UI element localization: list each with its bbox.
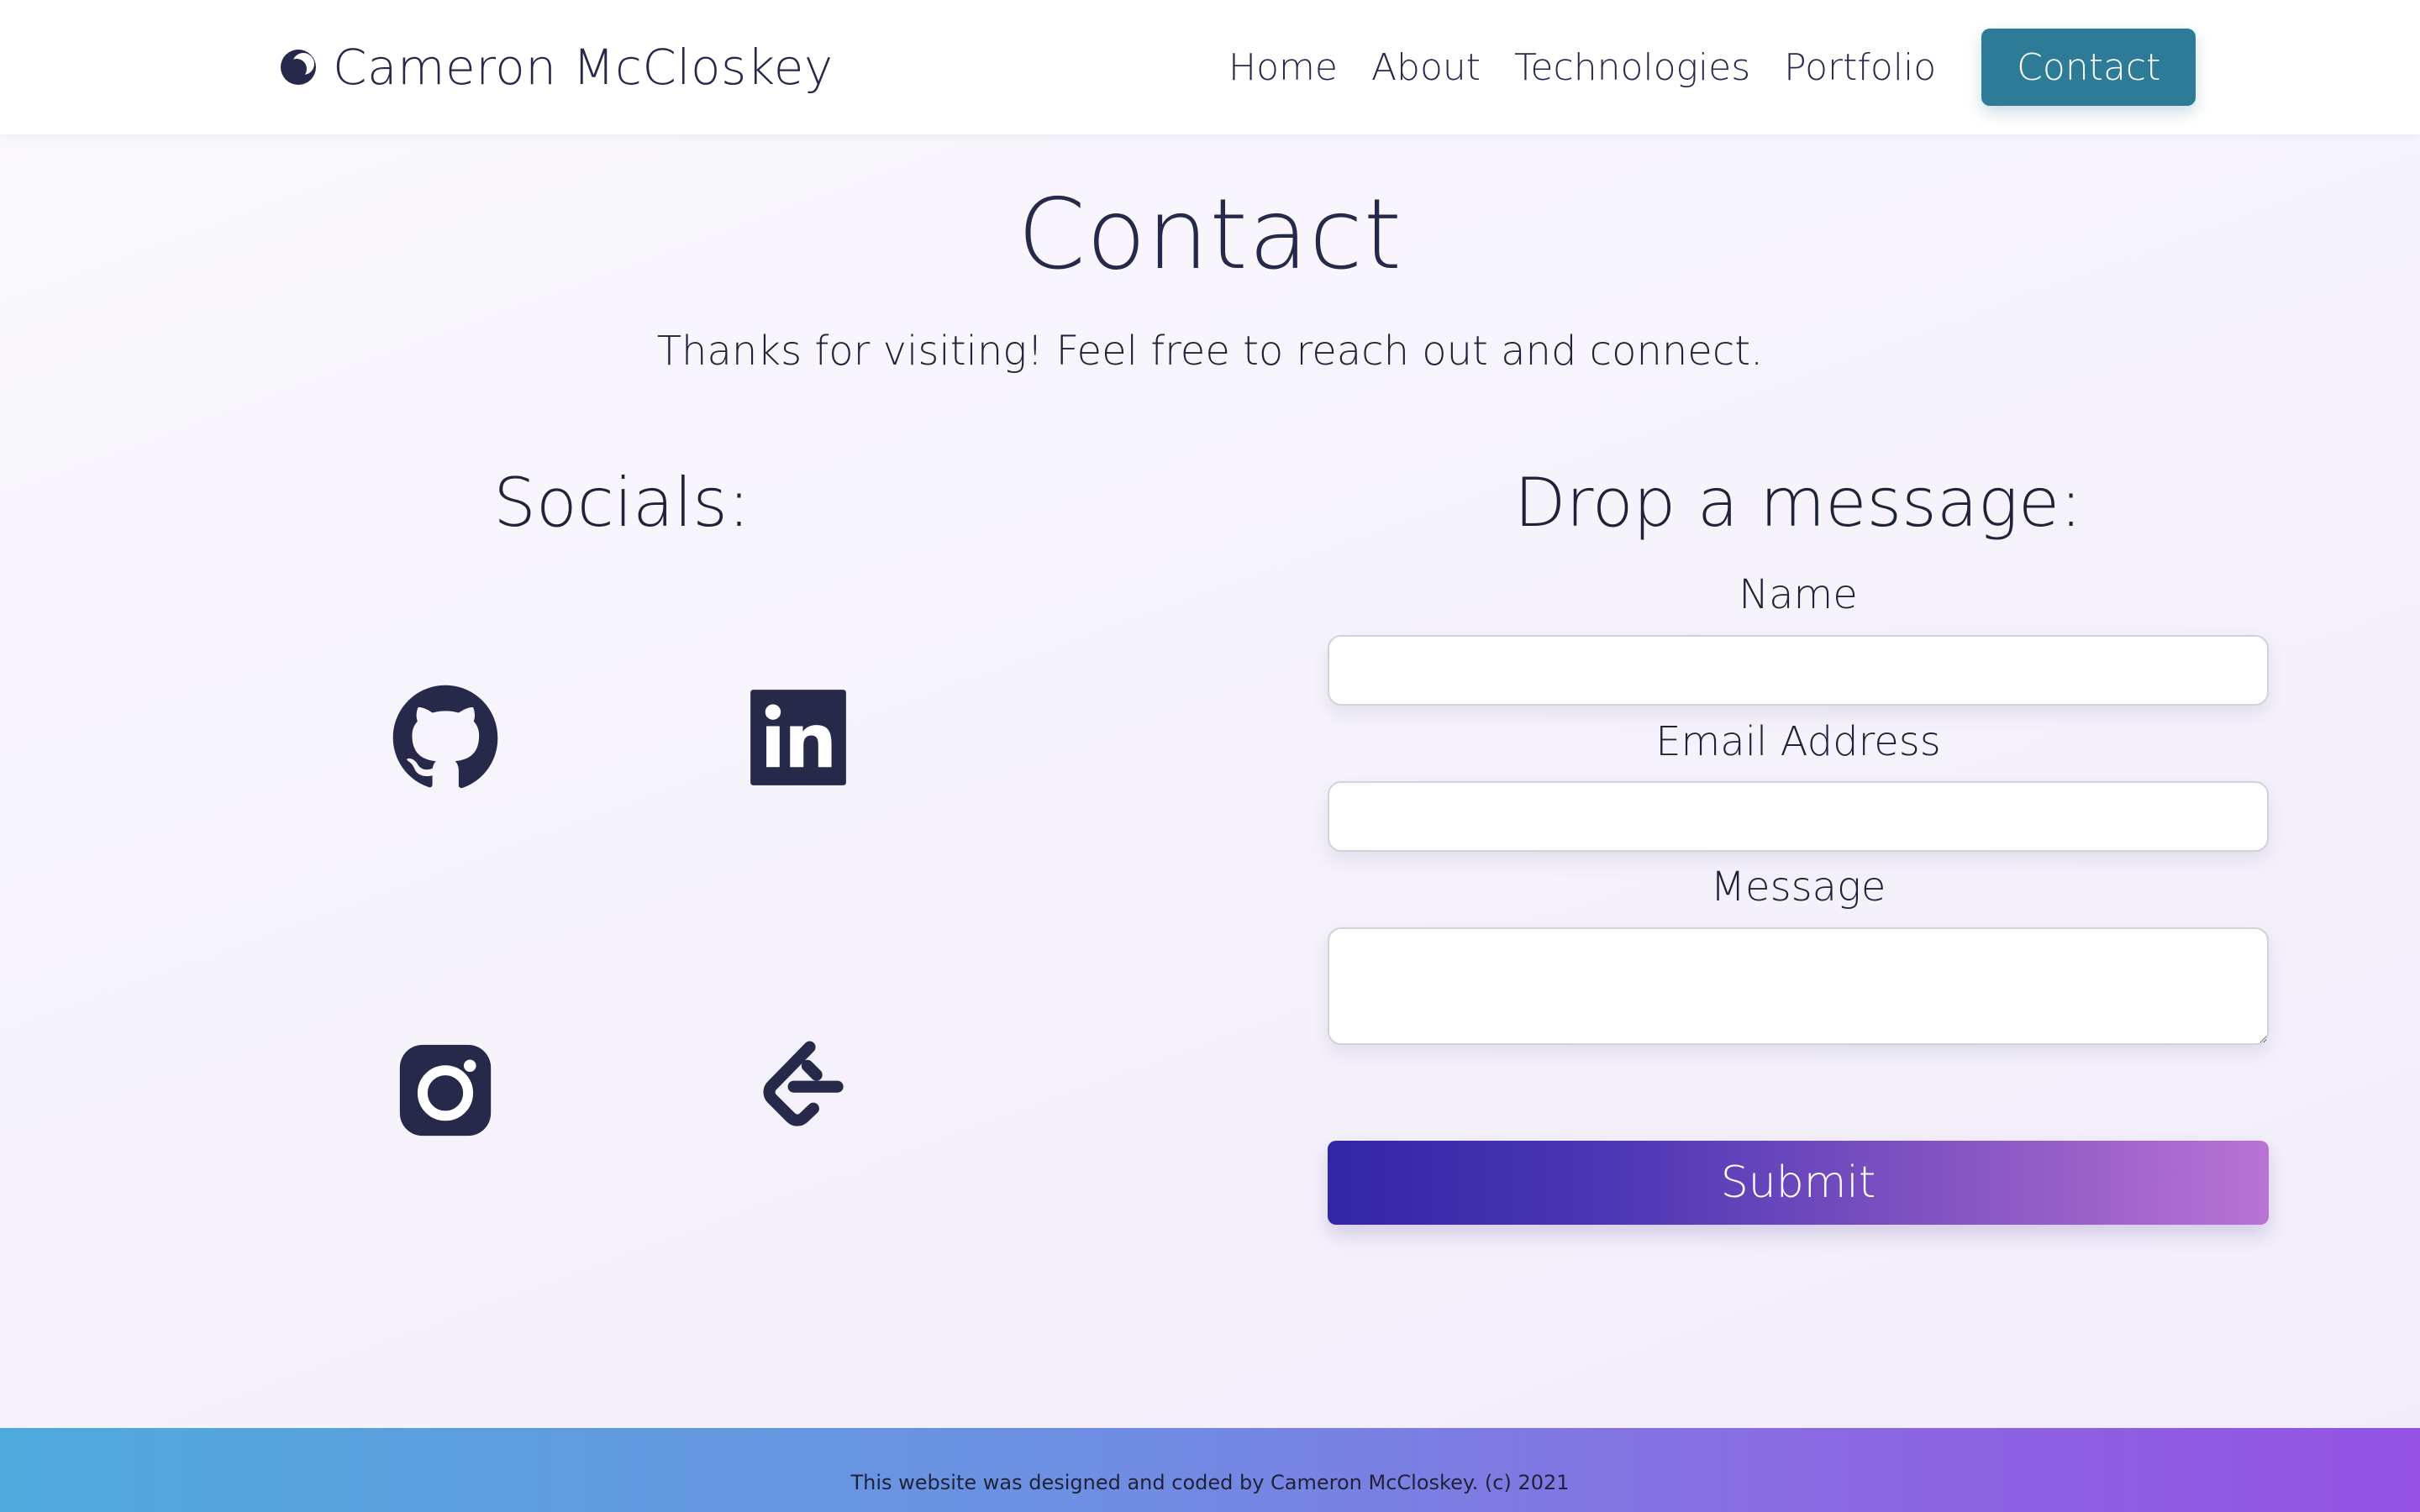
message-label: Message — [1710, 864, 1886, 911]
form-heading: Drop a message: — [1513, 464, 2083, 542]
brand-name: Cameron McCloskey — [333, 39, 834, 96]
email-label: Email Address — [1655, 718, 1941, 765]
page-subtitle: Thanks for visiting! Feel free to reach … — [656, 328, 1764, 375]
nav-contact-button[interactable]: Contact — [1981, 29, 2196, 106]
instagram-icon — [399, 1044, 492, 1137]
leetcode-link[interactable] — [744, 1036, 853, 1145]
navbar: Cameron McCloskey Home About Technologie… — [0, 0, 2420, 134]
name-input[interactable] — [1328, 635, 2269, 706]
name-label: Name — [1739, 571, 1858, 618]
nav-link-technologies[interactable]: Technologies — [1514, 46, 1750, 89]
brand[interactable]: Cameron McCloskey — [279, 37, 834, 97]
message-textarea[interactable] — [1328, 927, 2269, 1045]
footer: This website was designed and coded by C… — [0, 1428, 2420, 1512]
instagram-link[interactable] — [391, 1036, 500, 1145]
nav-link-about[interactable]: About — [1371, 46, 1481, 89]
github-icon — [392, 685, 498, 789]
nav-links: Home About Technologies Portfolio Contac… — [1228, 29, 2196, 106]
linkedin-link[interactable] — [744, 683, 853, 792]
socials-heading: Socials: — [493, 464, 750, 542]
leetcode-icon — [763, 1041, 844, 1126]
nav-link-home[interactable]: Home — [1228, 46, 1338, 89]
email-input[interactable] — [1328, 781, 2269, 852]
linkedin-icon — [750, 690, 846, 785]
github-link[interactable] — [391, 683, 500, 792]
submit-button[interactable]: Submit — [1328, 1141, 2269, 1225]
footer-text: This website was designed and coded by C… — [850, 1471, 1570, 1494]
page-title: Contact — [1017, 178, 1403, 291]
crescent-logo-icon — [279, 48, 318, 87]
nav-link-portfolio[interactable]: Portfolio — [1784, 46, 1936, 89]
